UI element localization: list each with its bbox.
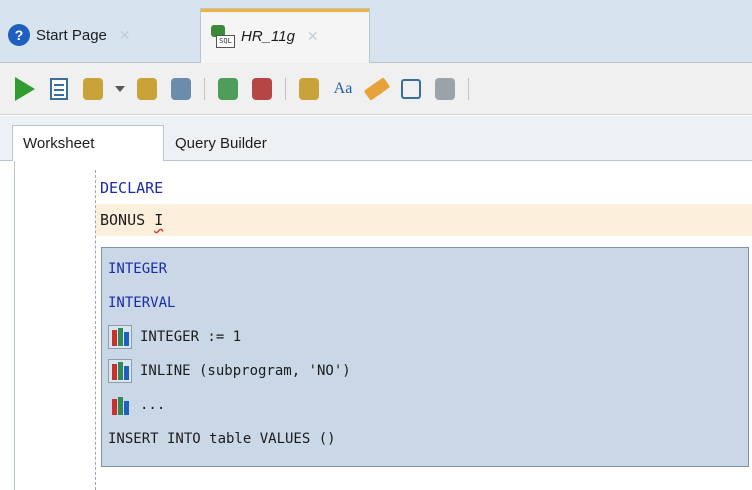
translate-case-icon[interactable]: Aa <box>330 76 356 102</box>
completion-text: INTERVAL <box>108 295 176 311</box>
commit-icon[interactable] <box>80 76 106 102</box>
typed-text: I <box>154 211 164 229</box>
completion-text: INTEGER := 1 <box>140 329 242 345</box>
code-line-current[interactable]: BONUS I <box>96 204 752 236</box>
editor-tab-bar: ? Start Page ✕ SQL HR_11g ✕ <box>0 0 752 63</box>
tab-hr-11g[interactable]: SQL HR_11g ✕ <box>200 8 370 63</box>
completion-item[interactable]: INLINE (subprogram, 'NO') <box>108 354 351 388</box>
rollback-icon[interactable] <box>134 76 160 102</box>
worksheet-subtabs: Worksheet Query Builder <box>0 116 752 161</box>
run-statement-icon[interactable] <box>12 76 38 102</box>
tab-hr-11g-label: HR_11g <box>241 27 295 45</box>
completion-item[interactable]: INTERVAL <box>108 286 175 320</box>
snippet-icon <box>108 325 132 349</box>
toolbar-separator <box>204 77 205 100</box>
explain-plan-icon[interactable] <box>168 76 194 102</box>
gutter-border <box>14 161 15 490</box>
completion-text: ... <box>140 397 166 413</box>
completion-popup[interactable]: INTEGER INTERVAL INTEGER := 1 INLINE (su… <box>101 247 749 467</box>
active-tab-indicator <box>201 9 369 12</box>
snippet-icon <box>108 393 132 417</box>
worksheet-toolbar: Aa <box>0 63 752 115</box>
completion-item[interactable]: INTEGER := 1 <box>108 320 241 354</box>
completion-text: INLINE (subprogram, 'NO') <box>140 363 351 379</box>
code-text-bonus: BONUS <box>100 211 155 229</box>
completion-text: INTEGER <box>108 261 168 277</box>
toolbar-separator <box>285 77 286 100</box>
clock-icon[interactable] <box>398 76 424 102</box>
tab-worksheet[interactable]: Worksheet <box>12 125 164 161</box>
snippet-icon <box>108 359 132 383</box>
autotrace-icon[interactable] <box>215 76 241 102</box>
code-line-declare: DECLARE <box>100 179 164 197</box>
tab-start-page-label: Start Page <box>36 26 107 44</box>
completion-item[interactable]: INTEGER <box>108 252 167 286</box>
tools-icon[interactable] <box>432 76 458 102</box>
help-icon: ? <box>8 24 30 46</box>
dropdown-caret-icon[interactable] <box>114 76 126 102</box>
run-script-icon[interactable] <box>46 76 72 102</box>
sql-history-icon[interactable] <box>249 76 275 102</box>
completion-text: INSERT INTO table VALUES () <box>108 431 336 447</box>
clear-icon[interactable] <box>363 76 391 102</box>
completion-item[interactable]: INSERT INTO table VALUES () <box>108 422 336 456</box>
tab-query-builder[interactable]: Query Builder <box>175 126 267 160</box>
sql-connection-icon: SQL <box>211 25 235 48</box>
close-icon[interactable]: ✕ <box>307 28 319 45</box>
toolbar-separator <box>468 77 469 100</box>
close-icon[interactable]: ✕ <box>119 27 131 44</box>
completion-item[interactable]: ... <box>108 388 165 422</box>
tab-start-page[interactable]: ? Start Page ✕ <box>8 10 198 60</box>
sql-icon[interactable] <box>296 76 322 102</box>
